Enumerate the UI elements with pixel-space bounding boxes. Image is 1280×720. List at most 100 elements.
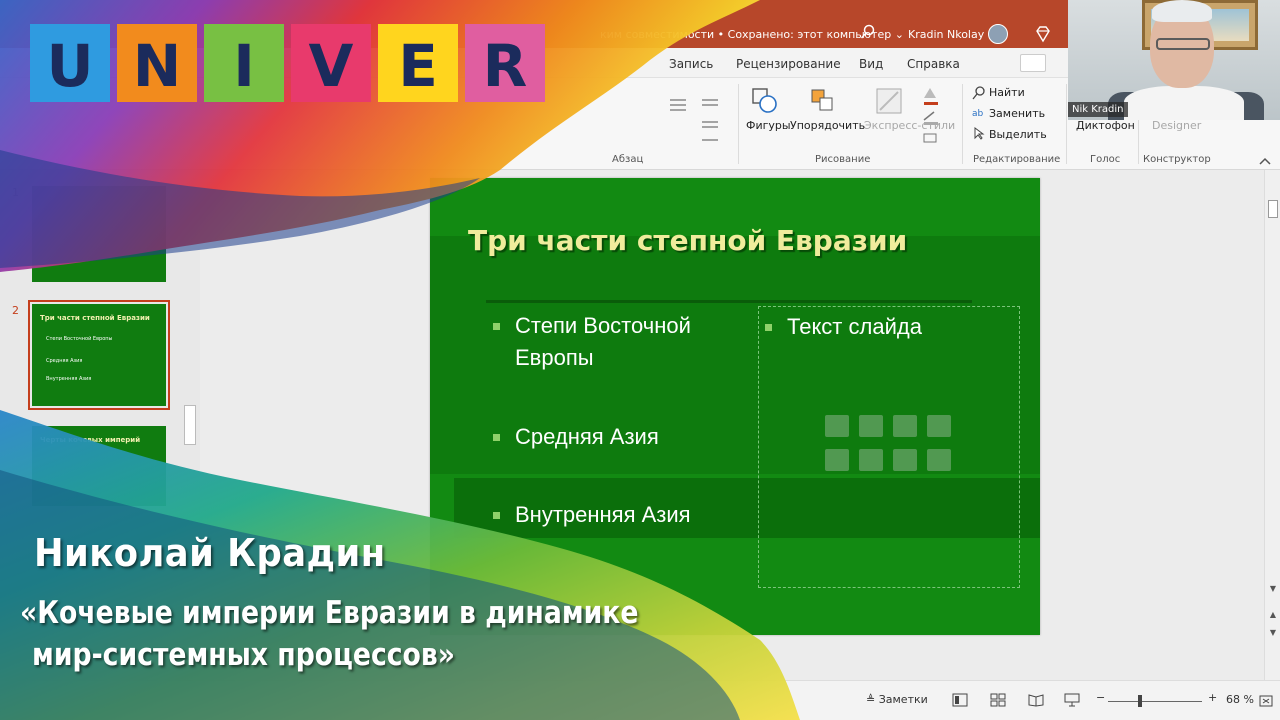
slide-bullet[interactable]: Внутренняя Азия (493, 499, 745, 531)
select-button[interactable]: Выделить (989, 128, 1047, 141)
insert-table-icon[interactable] (825, 415, 849, 437)
document-save-status[interactable]: ким совместимости • Сохранено: этот комп… (600, 28, 904, 41)
insert-online-picture-icon[interactable] (859, 449, 883, 471)
placeholder-text: Текст слайда (787, 314, 922, 339)
chevron-up-icon[interactable] (1258, 156, 1272, 166)
zoom-level[interactable]: 68 % (1226, 693, 1254, 706)
fit-to-window-icon[interactable] (1258, 693, 1274, 709)
ribbon-separator (738, 84, 739, 164)
slide-vertical-scrollbar[interactable]: ▼ ▲ ▼ (1264, 170, 1280, 680)
speaker-glasses (1156, 38, 1210, 50)
thumbnail-title: Три части степной Евразии (40, 314, 150, 322)
logo-letter: U (46, 32, 94, 100)
status-bar: ≜ Заметки − + 68 % (0, 680, 1280, 720)
bullet-marker (493, 512, 500, 519)
shapes-icon[interactable] (750, 86, 780, 116)
slide-canvas[interactable]: Три части степной Евразии Степи Восточно… (430, 178, 1040, 635)
slide-number-2: 2 (12, 304, 19, 317)
select-icon[interactable] (972, 126, 986, 140)
logo-tile: N (117, 24, 197, 102)
account-avatar[interactable] (988, 24, 1008, 44)
logo-tile: U (30, 24, 110, 102)
bullet-text: Средняя Азия (515, 424, 659, 449)
slide-thumbnail-2[interactable]: Три части степной Евразии Степи Восточно… (28, 300, 170, 410)
thumbnail-item: Средняя Азия (46, 358, 83, 364)
find-icon[interactable] (972, 86, 986, 100)
shape-format-icons[interactable] (920, 84, 946, 146)
slide-title[interactable]: Три части степной Евразии (468, 224, 907, 257)
svg-text:ab: ab (972, 109, 984, 119)
insert-3d-model-icon[interactable] (927, 415, 951, 437)
speaker-hair (1152, 0, 1212, 22)
next-slide-icon[interactable]: ▼ (1268, 628, 1278, 638)
express-styles-label[interactable]: Экспресс-стили (864, 119, 955, 133)
bullet-marker (493, 323, 500, 330)
placeholder-prompt: Текст слайда (765, 311, 1007, 343)
slide-sorter-icon[interactable] (990, 693, 1006, 707)
diamond-icon[interactable] (1034, 25, 1052, 43)
shapes-label[interactable]: Фигуры (746, 119, 791, 132)
lecture-title-caption: «Кочевые империи Евразии в динамике мир-… (20, 592, 638, 676)
group-label-drawing: Рисование (815, 154, 871, 165)
comments-button[interactable] (1020, 54, 1046, 72)
slide-thumbnail-1[interactable] (32, 186, 166, 282)
bullet-text: Внутренняя Азия (515, 502, 691, 527)
slide-bullet[interactable]: Средняя Азия (493, 421, 745, 453)
slide-divider (486, 300, 972, 303)
scrollbar-thumb[interactable] (1268, 200, 1278, 218)
content-placeholder[interactable]: Текст слайда (758, 306, 1020, 588)
slide-bullet[interactable]: Степи Восточной Европы (493, 310, 745, 374)
insert-video-icon[interactable] (893, 449, 917, 471)
arrange-icon[interactable] (808, 86, 838, 116)
thumbnail-scrollbar[interactable] (184, 405, 196, 445)
normal-view-icon[interactable] (952, 693, 968, 707)
logo-letter: N (132, 32, 182, 100)
dictaphone-button[interactable]: Диктофон (1076, 119, 1135, 132)
logo-tile: V (291, 24, 371, 102)
bullet-marker (765, 324, 772, 331)
notes-toggle[interactable]: ≜ Заметки (866, 693, 928, 706)
group-label-editing: Редактирование (973, 154, 1061, 165)
slideshow-icon[interactable] (1064, 692, 1080, 708)
logo-tile: I (204, 24, 284, 102)
group-label-voice: Голос (1090, 154, 1121, 165)
replace-button[interactable]: Заменить (989, 107, 1045, 120)
insert-smartart-icon[interactable] (893, 415, 917, 437)
find-button[interactable]: Найти (989, 86, 1025, 99)
express-styles-icon[interactable] (874, 86, 904, 116)
bullet-marker (493, 434, 500, 441)
arrange-label[interactable]: Упорядочить (790, 119, 865, 132)
insert-picture-icon[interactable] (825, 449, 849, 471)
insert-icons-icon[interactable] (927, 449, 951, 471)
bullet-text: Степи Восточной Европы (515, 313, 691, 370)
reading-view-icon[interactable] (1028, 693, 1044, 707)
account-name[interactable]: Kradin Nkolay (908, 28, 984, 41)
zoom-out-icon[interactable]: − (1096, 691, 1105, 704)
search-icon[interactable] (860, 24, 876, 40)
tab-record[interactable]: Запись (669, 57, 713, 71)
insert-chart-icon[interactable] (859, 415, 883, 437)
webcam-feed: Nik Kradin (1068, 0, 1280, 120)
previous-slide-icon[interactable]: ▲ (1268, 610, 1278, 620)
designer-button[interactable]: Designer (1152, 119, 1201, 132)
group-label-paragraph: Абзац (612, 154, 644, 165)
replace-icon[interactable]: ab (972, 106, 986, 120)
notes-label: Заметки (878, 693, 928, 706)
zoom-slider-thumb[interactable] (1138, 695, 1142, 707)
tab-view[interactable]: Вид (859, 57, 883, 71)
slide-thumbnail-3[interactable]: Черты кочевых империй (32, 426, 166, 506)
zoom-slider-track[interactable] (1108, 701, 1202, 702)
paragraph-list-icon[interactable] (666, 92, 726, 142)
slide-number-1: 1 (12, 186, 19, 199)
speaker-shirt (1124, 86, 1244, 120)
logo-letter: V (308, 32, 354, 100)
lecture-title-line: мир-системных процессов» (32, 637, 455, 673)
logo-tile: E (378, 24, 458, 102)
scroll-down-icon[interactable]: ▼ (1268, 584, 1278, 594)
thumbnail-item: Внутренняя Азия (46, 376, 92, 382)
zoom-in-icon[interactable]: + (1208, 691, 1217, 704)
tab-help[interactable]: Справка (907, 57, 960, 71)
tab-review[interactable]: Рецензирование (736, 57, 841, 71)
insert-content-icons (825, 415, 955, 475)
participant-name-tag: Nik Kradin (1068, 102, 1128, 117)
